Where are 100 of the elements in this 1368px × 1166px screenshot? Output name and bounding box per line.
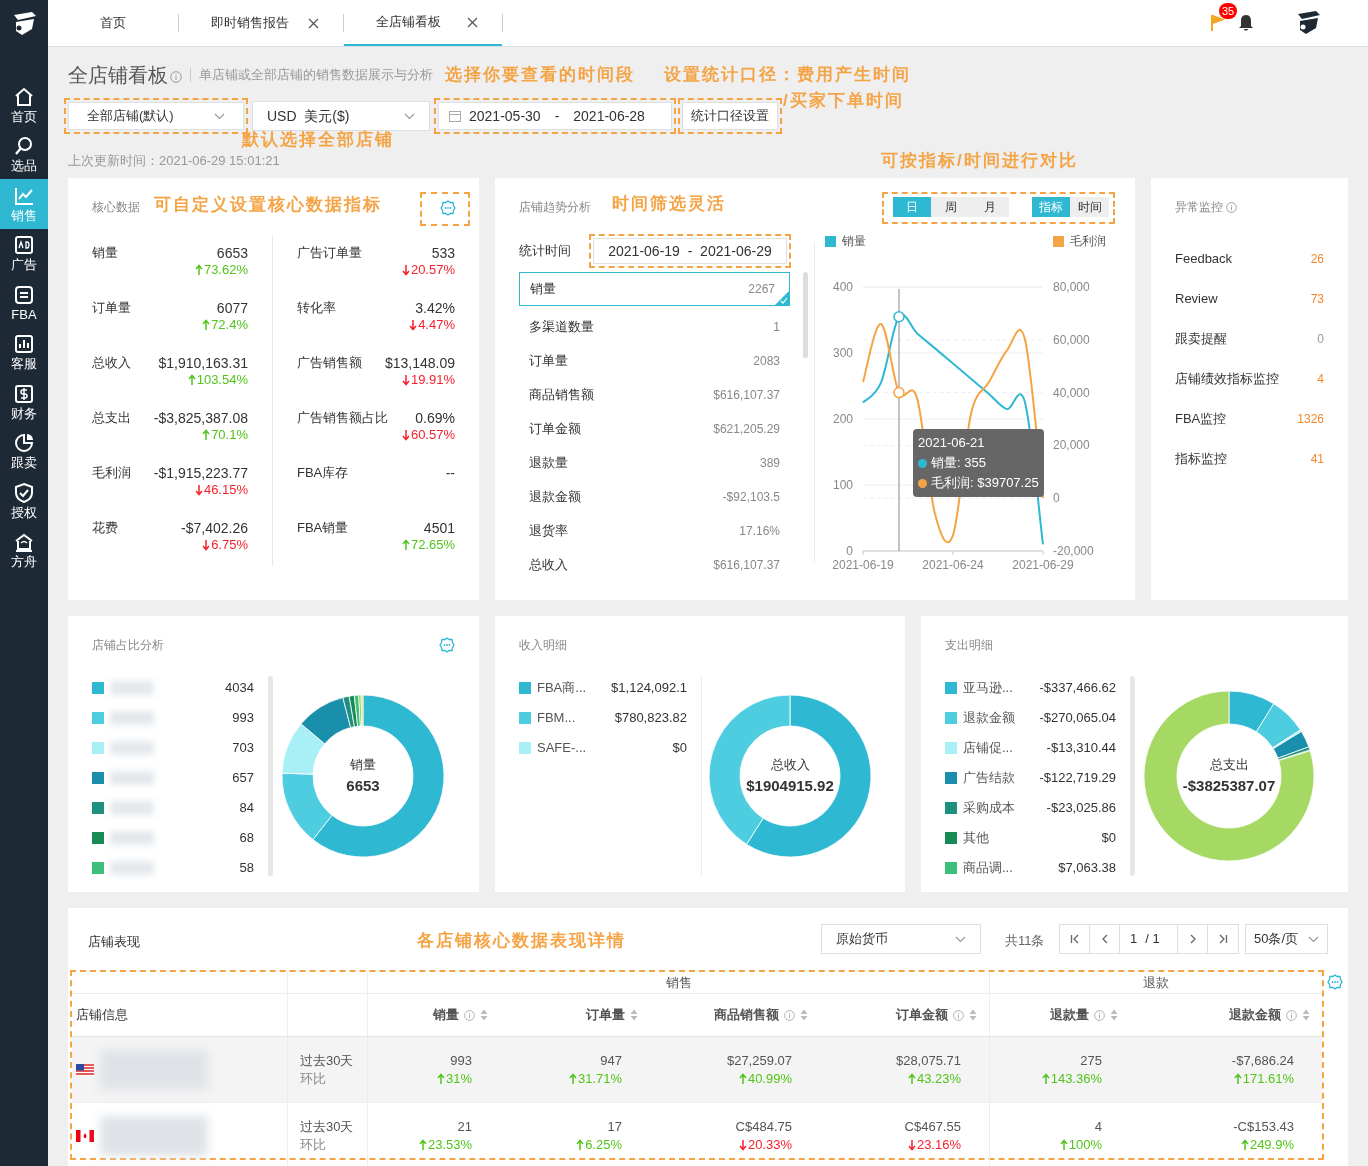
- annotation-text: 默认选择全部店铺: [242, 130, 394, 150]
- change-value: 31.71%: [577, 1069, 622, 1088]
- metric-label: 订单量: [92, 299, 131, 317]
- stat-time-label: 统计时间: [519, 242, 571, 261]
- page-subtitle: 单店铺或全部店铺的销售数据展示与分析: [199, 66, 433, 85]
- legend-value: -$122,719.29: [1039, 769, 1116, 788]
- table-cell: $28,075.71: [895, 1051, 961, 1070]
- axis-tick-label: 200: [832, 412, 853, 426]
- column-group-header: 销售: [665, 973, 692, 992]
- card-title: 核心数据: [92, 199, 140, 216]
- axis-tick-label: 400: [832, 280, 853, 294]
- legend-value: $7,063.38: [1058, 859, 1116, 878]
- legend-value: -$13,310.44: [1046, 739, 1116, 758]
- annotation-text: /买家下单时间: [783, 91, 904, 111]
- metric-value: -$3,825,387.08: [153, 409, 248, 427]
- change-value: 143.36%: [1050, 1069, 1102, 1088]
- table-cell: -C$153.43: [1233, 1117, 1294, 1136]
- change-value: 60.57%: [410, 427, 455, 443]
- legend-value: $780,823.82: [614, 709, 687, 728]
- annotation-text: 可自定义设置核心数据指标: [154, 195, 382, 215]
- table-cell: 17: [607, 1117, 622, 1136]
- metric-label: FBA库存: [297, 464, 349, 482]
- table-cell: 21: [457, 1117, 472, 1136]
- axis-tick-label: 2021-06-19: [832, 558, 894, 572]
- axis-tick-label: 0: [1053, 491, 1060, 506]
- annotation-text: 设置统计口径：费用产生时间: [664, 65, 911, 85]
- metric-value: 0.69%: [415, 409, 455, 427]
- card-title: 异常监控: [1175, 199, 1223, 216]
- change-value: 23.53%: [427, 1135, 472, 1154]
- axis-tick-label: 2021-06-29: [1012, 558, 1074, 572]
- card-title: 店铺占比分析: [92, 637, 164, 654]
- legend-label: 商品调...: [963, 859, 1013, 878]
- page-title: 全店铺看板: [68, 63, 168, 88]
- tooltip-value: 毛利润: $39707.25: [931, 474, 1039, 492]
- table-cell: 993: [450, 1051, 472, 1070]
- change-value: 20.57%: [410, 262, 455, 278]
- legend-value: 84: [239, 799, 254, 818]
- metric-value: 6653: [216, 244, 248, 262]
- metric-label: 广告销售额占比: [297, 409, 388, 427]
- legend-value: $1,124,092.1: [611, 679, 687, 698]
- legend-value: $0: [1101, 829, 1116, 848]
- metric-value: -$7,402.26: [181, 519, 248, 537]
- donut-center-label: 销量: [350, 756, 376, 774]
- column-header: 店铺信息: [76, 1006, 128, 1025]
- period-label: 过去30天: [300, 1117, 355, 1136]
- table-cell: 275: [1080, 1051, 1102, 1070]
- change-value: 20.33%: [747, 1135, 792, 1154]
- change-value: 6.25%: [585, 1135, 622, 1154]
- legend-value: -$337,466.62: [1039, 679, 1116, 698]
- change-value: 70.1%: [211, 427, 248, 443]
- legend-value: -$270,065.04: [1039, 709, 1116, 728]
- change-value: 72.65%: [410, 537, 455, 553]
- table-cell: 947: [600, 1051, 622, 1070]
- legend-label: 销量: [842, 233, 866, 250]
- axis-tick-label: 60,000: [1053, 332, 1090, 347]
- legend-value: 993: [232, 709, 254, 728]
- donut-center-value: $1904915.92: [746, 775, 834, 796]
- compare-label: 环比: [300, 1135, 327, 1154]
- column-group-header: 退款: [1143, 973, 1169, 992]
- change-value: 43.23%: [916, 1069, 961, 1088]
- axis-tick-label: 80,000: [1053, 280, 1090, 294]
- metric-value: 3.42%: [415, 299, 455, 317]
- table-cell: C$467.55: [904, 1117, 961, 1136]
- change-value: 19.91%: [410, 372, 455, 388]
- legend-value: -$23,025.86: [1046, 799, 1116, 818]
- legend-value: $0: [672, 739, 687, 758]
- metric-value: 4501: [423, 519, 455, 537]
- tooltip-date: 2021-06-21: [918, 434, 986, 452]
- period-label: 过去30天: [300, 1051, 355, 1070]
- axis-tick-label: 300: [832, 346, 853, 360]
- legend-label: 其他: [963, 829, 989, 848]
- notification-badge: 35: [1219, 3, 1238, 19]
- legend-value: 703: [232, 739, 254, 758]
- metric-label: FBA销量: [297, 519, 349, 537]
- total-count: 共11条: [1005, 932, 1045, 950]
- last-update-text: 上次更新时间：2021-06-29 15:01:21: [68, 152, 280, 170]
- change-value: 103.54%: [196, 372, 248, 388]
- table-cell: C$484.75: [735, 1117, 792, 1136]
- axis-tick-label: 40,000: [1053, 385, 1090, 400]
- legend-label: SAFE-...: [537, 739, 587, 758]
- donut-center-label: 总支出: [1209, 756, 1249, 774]
- page-total: / 1: [1145, 930, 1160, 949]
- legend-value: 4034: [225, 679, 254, 698]
- metric-label: 总收入: [92, 354, 131, 372]
- change-value: 4.47%: [418, 317, 455, 333]
- change-value: 46.15%: [203, 482, 248, 498]
- annotation-text: 可按指标/时间进行对比: [881, 151, 1078, 171]
- axis-tick-label: -20,000: [1053, 544, 1094, 558]
- metric-value: 6077: [216, 299, 248, 317]
- legend-label: 店铺促...: [963, 739, 1013, 758]
- change-value: 73.62%: [203, 262, 248, 278]
- metric-label: 毛利润: [92, 464, 131, 482]
- change-value: 171.61%: [1242, 1069, 1294, 1088]
- metric-value: $13,148.09: [384, 354, 455, 372]
- change-value: 100%: [1068, 1135, 1102, 1154]
- tooltip-value: 销量: 355: [931, 454, 986, 472]
- metric-value: $1,910,163.31: [158, 354, 248, 372]
- metric-value: --: [445, 464, 455, 482]
- change-value: 72.4%: [211, 317, 248, 333]
- change-value: 31%: [445, 1069, 472, 1088]
